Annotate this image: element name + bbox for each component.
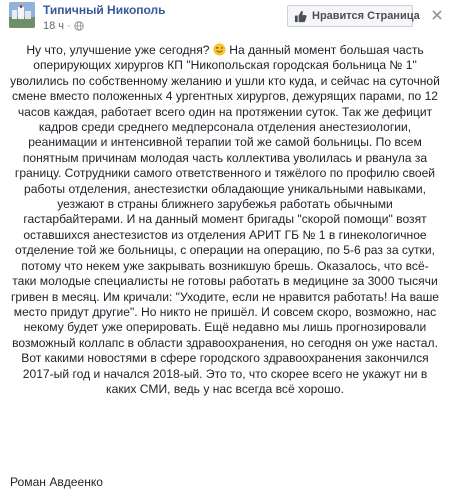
post-header: Типичный Никополь 18 ч · Нравится Страни… xyxy=(0,0,450,36)
page-name-link[interactable]: Типичный Никополь xyxy=(43,3,166,17)
post-text-main: На данный момент большая часть оперирующ… xyxy=(10,43,440,396)
post-signature: Роман Авдеенко xyxy=(10,475,104,489)
globe-icon xyxy=(74,21,84,31)
page-avatar[interactable] xyxy=(9,2,35,28)
time-label[interactable]: 18 ч xyxy=(43,20,64,32)
like-page-label: Нравится Страница xyxy=(312,10,420,22)
close-button[interactable] xyxy=(430,8,444,22)
winking-tongue-emoji-icon xyxy=(213,43,226,56)
close-icon xyxy=(432,10,442,20)
thumbs-up-icon xyxy=(294,10,307,23)
avatar-image-icon xyxy=(9,2,35,28)
like-page-button[interactable]: Нравится Страница xyxy=(287,5,420,27)
separator-dot: · xyxy=(67,20,71,32)
post-text: Ну что, улучшение уже сегодня? На данный… xyxy=(10,43,440,397)
post-timestamp: 18 ч · xyxy=(43,20,84,32)
post-text-intro: Ну что, улучшение уже сегодня? xyxy=(26,43,210,57)
facebook-post: Типичный Никополь 18 ч · Нравится Страни… xyxy=(0,0,450,497)
